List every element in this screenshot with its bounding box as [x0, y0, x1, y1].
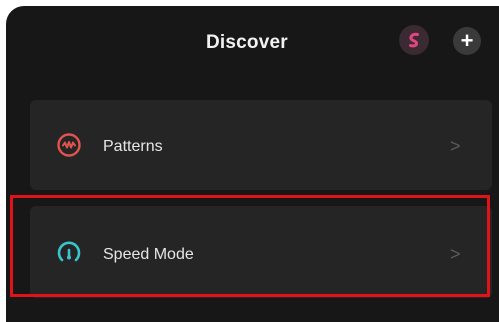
- plus-icon: +: [460, 28, 474, 53]
- add-button[interactable]: +: [453, 27, 481, 55]
- speed-mode-label: Speed Mode: [103, 246, 194, 263]
- waveform-icon: [57, 133, 81, 157]
- speed-mode-card[interactable]: Speed Mode >: [30, 206, 492, 298]
- toy-device-icon: [409, 32, 419, 48]
- patterns-card[interactable]: Patterns >: [30, 100, 492, 190]
- chevron-right-icon: >: [450, 136, 461, 156]
- speedometer-icon: [57, 241, 81, 262]
- chevron-right-icon: >: [450, 244, 461, 264]
- device-button[interactable]: [399, 25, 429, 55]
- page-title: Discover: [206, 32, 288, 53]
- header: Discover +: [6, 6, 499, 72]
- discover-screen: Discover + Patterns > Speed Mode >: [6, 6, 499, 322]
- patterns-label: Patterns: [103, 138, 163, 155]
